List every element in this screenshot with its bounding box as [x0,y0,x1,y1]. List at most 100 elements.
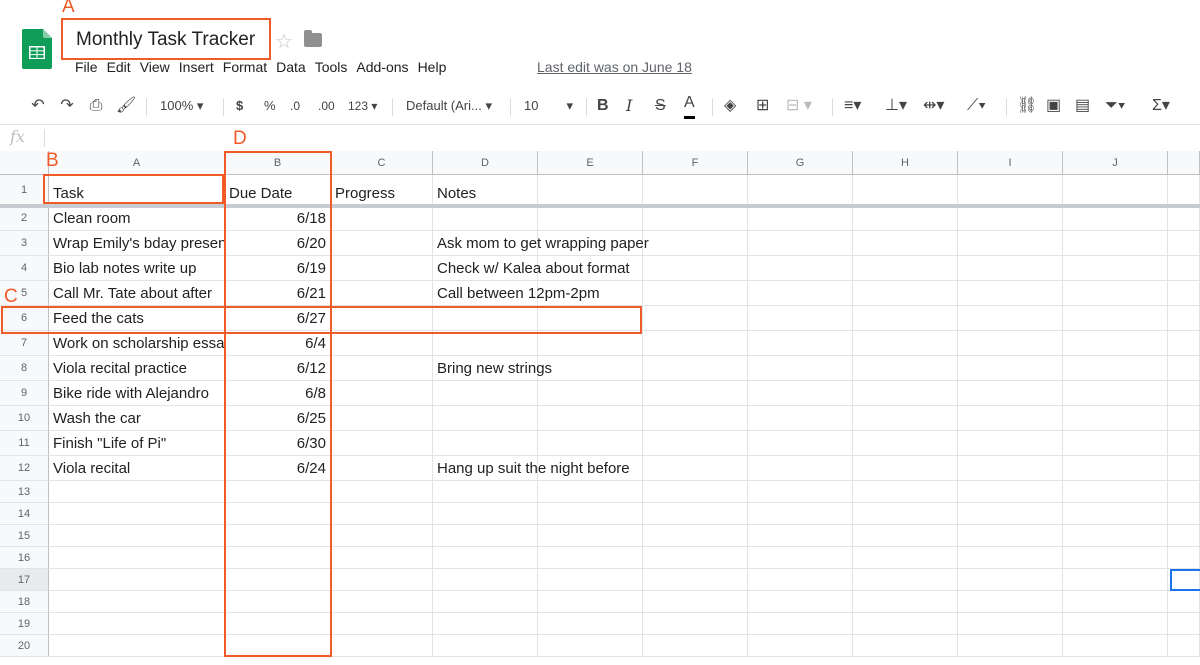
cell-d9[interactable] [433,381,538,406]
cell-g20[interactable] [748,635,853,657]
cell-c13[interactable] [331,481,433,503]
cell-c15[interactable] [331,525,433,547]
row-header-1[interactable]: 1 [0,175,49,206]
column-header-f[interactable]: F [643,151,748,175]
cell-e17[interactable] [538,569,643,591]
text-wrapping-icon[interactable]: ⇹▾ [923,90,944,122]
cell-h7[interactable] [853,331,958,356]
cell-c9[interactable] [331,381,433,406]
row-header-15[interactable]: 15 [0,525,49,547]
cell-c10[interactable] [331,406,433,431]
functions-icon[interactable]: Σ▾ [1152,90,1170,122]
cell-h6[interactable] [853,306,958,331]
cell-c16[interactable] [331,547,433,569]
cell-f12[interactable] [643,456,748,481]
cell-c3[interactable] [331,231,433,256]
fill-color-icon[interactable]: ◈ [724,90,736,122]
cell-i16[interactable] [958,547,1063,569]
column-header-j[interactable]: J [1063,151,1168,175]
cell-i12[interactable] [958,456,1063,481]
menu-tools[interactable]: Tools [315,59,348,75]
cell-g14[interactable] [748,503,853,525]
row-header-7[interactable]: 7 [0,331,49,356]
cell-j7[interactable] [1063,331,1168,356]
cell-k13[interactable] [1168,481,1200,503]
cell-a20[interactable] [49,635,225,657]
cell-d19[interactable] [433,613,538,635]
column-header-a[interactable]: A [49,151,225,175]
cell-c11[interactable] [331,431,433,456]
cell-a5[interactable]: Call Mr. Tate about after [49,281,225,306]
cell-c17[interactable] [331,569,433,591]
cell-d18[interactable] [433,591,538,613]
cell-a19[interactable] [49,613,225,635]
cell-h13[interactable] [853,481,958,503]
cell-j4[interactable] [1063,256,1168,281]
cell-k19[interactable] [1168,613,1200,635]
cell-c12[interactable] [331,456,433,481]
cell-e7[interactable] [538,331,643,356]
cell-i7[interactable] [958,331,1063,356]
cell-c2[interactable] [331,206,433,231]
cell-g7[interactable] [748,331,853,356]
row-header-14[interactable]: 14 [0,503,49,525]
cell-d12[interactable]: Hang up suit the night before [433,456,630,481]
undo-icon[interactable]: ↶ [28,90,48,122]
cell-d7[interactable] [433,331,538,356]
cell-f18[interactable] [643,591,748,613]
cell-i14[interactable] [958,503,1063,525]
text-color-button[interactable]: A [684,90,695,119]
text-rotation-icon[interactable]: ⟋▾ [967,90,986,122]
cell-f10[interactable] [643,406,748,431]
cell-j8[interactable] [1063,356,1168,381]
cell-j2[interactable] [1063,206,1168,231]
cell-h17[interactable] [853,569,958,591]
cell-c20[interactable] [331,635,433,657]
cell-d5[interactable]: Call between 12pm-2pm [433,281,600,306]
decrease-decimal-button[interactable]: .0 [290,90,300,122]
cell-d20[interactable] [433,635,538,657]
cell-h10[interactable] [853,406,958,431]
cell-k3[interactable] [1168,231,1200,256]
row-header-17[interactable]: 17 [0,569,49,591]
menu-edit[interactable]: Edit [107,59,131,75]
cell-k2[interactable] [1168,206,1200,231]
cell-g5[interactable] [748,281,853,306]
cell-j18[interactable] [1063,591,1168,613]
cell-i4[interactable] [958,256,1063,281]
cell-h3[interactable] [853,231,958,256]
cell-i13[interactable] [958,481,1063,503]
cell-g3[interactable] [748,231,853,256]
last-edit-link[interactable]: Last edit was on June 18 [537,59,692,75]
cell-d15[interactable] [433,525,538,547]
cell-g8[interactable] [748,356,853,381]
cell-a15[interactable] [49,525,225,547]
row-header-9[interactable]: 9 [0,381,49,406]
insert-comment-icon[interactable]: ▣ [1046,90,1061,122]
menu-format[interactable]: Format [223,59,267,75]
cell-j14[interactable] [1063,503,1168,525]
cell-f16[interactable] [643,547,748,569]
cell-i2[interactable] [958,206,1063,231]
menu-file[interactable]: File [75,59,98,75]
cell-a10[interactable]: Wash the car [49,406,225,431]
row-header-18[interactable]: 18 [0,591,49,613]
cell-h4[interactable] [853,256,958,281]
cell-h18[interactable] [853,591,958,613]
cell-h20[interactable] [853,635,958,657]
cell-h11[interactable] [853,431,958,456]
cell-h16[interactable] [853,547,958,569]
cell-e1[interactable] [538,175,643,206]
cell-e20[interactable] [538,635,643,657]
cell-i1[interactable] [958,175,1063,206]
cell-j9[interactable] [1063,381,1168,406]
cell-h12[interactable] [853,456,958,481]
menu-data[interactable]: Data [276,59,306,75]
cell-k7[interactable] [1168,331,1200,356]
cell-i19[interactable] [958,613,1063,635]
cell-g10[interactable] [748,406,853,431]
more-formats-button[interactable]: 123 ▾ [348,90,377,122]
cell-a18[interactable] [49,591,225,613]
cell-j12[interactable] [1063,456,1168,481]
cell-j16[interactable] [1063,547,1168,569]
